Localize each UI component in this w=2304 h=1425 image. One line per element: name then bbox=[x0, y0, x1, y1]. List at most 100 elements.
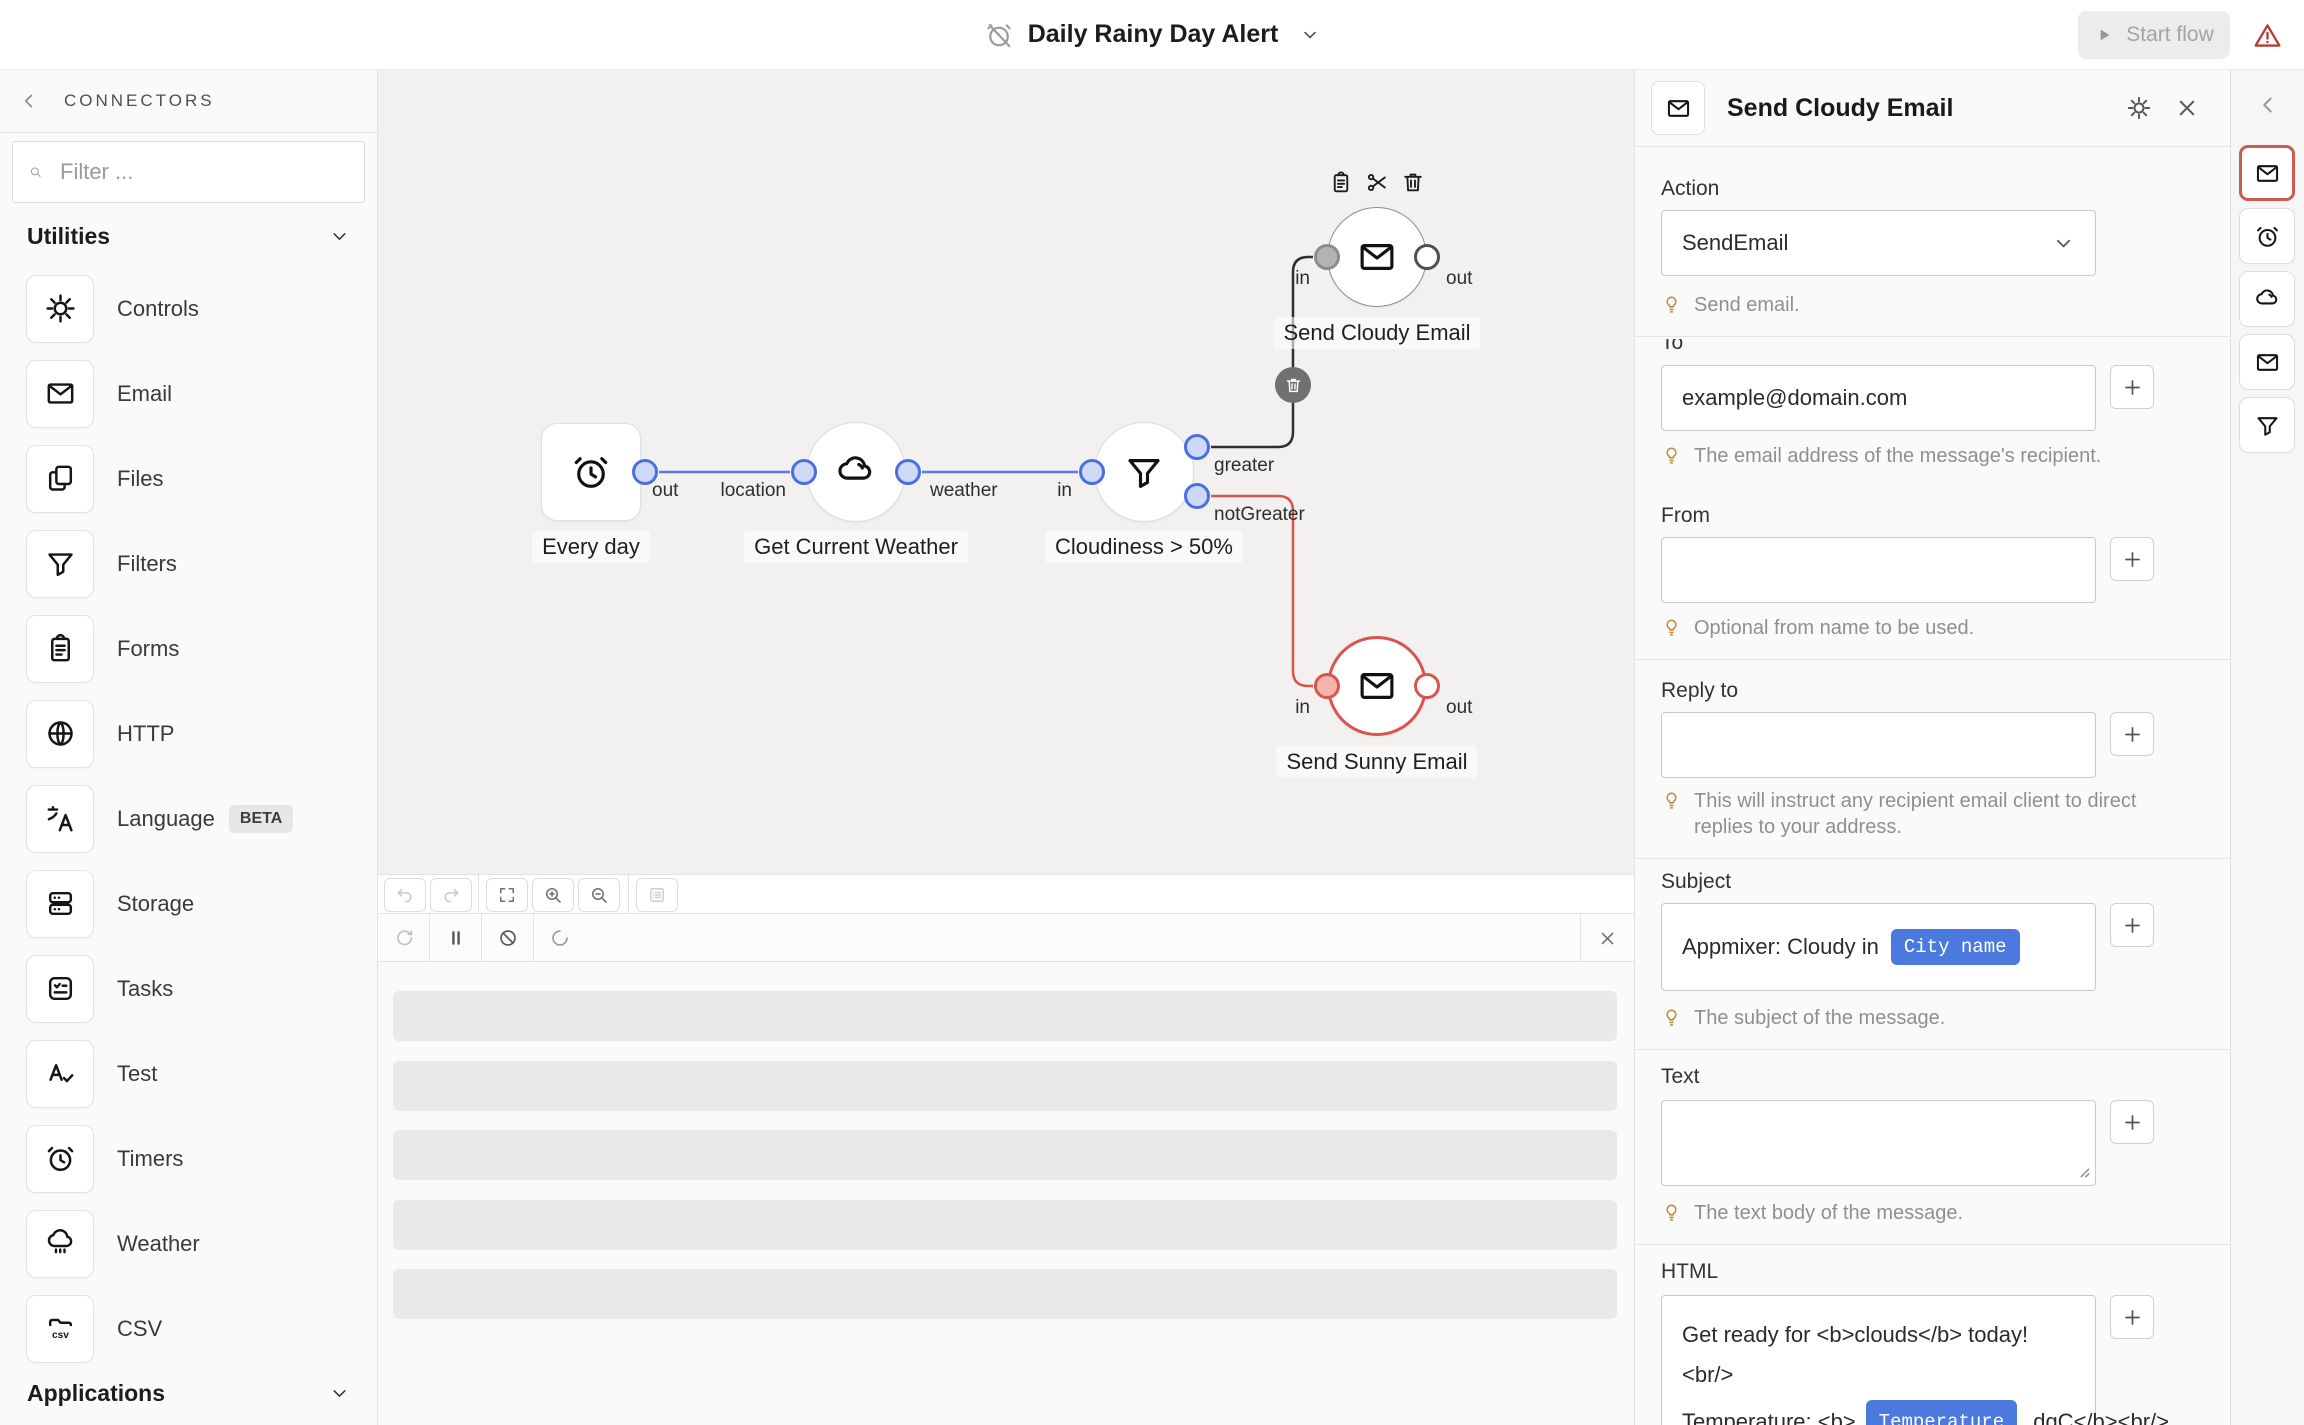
gear-icon[interactable] bbox=[2126, 95, 2152, 121]
html-line: Get ready for <b>clouds</b> today! bbox=[1682, 1320, 2075, 1350]
scissors-icon[interactable] bbox=[1365, 170, 1390, 195]
chevron-down-icon bbox=[2052, 232, 2075, 255]
sidebar-item-filters[interactable]: Filters bbox=[0, 521, 377, 606]
sidebar-item-weather[interactable]: Weather bbox=[0, 1201, 377, 1286]
sidebar-item-storage[interactable]: Storage bbox=[0, 861, 377, 946]
subject-variable-chip[interactable]: City name bbox=[1891, 929, 2020, 965]
to-label: To bbox=[1661, 339, 2230, 355]
bulb-icon bbox=[1661, 790, 1682, 811]
test-icon bbox=[44, 1057, 77, 1090]
utilities-label: Utilities bbox=[27, 223, 110, 250]
utilities-section-header[interactable]: Utilities bbox=[0, 223, 377, 250]
spinner-button[interactable] bbox=[534, 914, 586, 962]
chevron-down-icon[interactable] bbox=[1300, 25, 1320, 45]
search-icon bbox=[29, 161, 42, 183]
sidebar-item-test[interactable]: Test bbox=[0, 1031, 377, 1116]
node-cloudiness-filter[interactable] bbox=[1094, 422, 1194, 522]
delete-connection-button[interactable] bbox=[1275, 367, 1311, 403]
sidebar-item-email[interactable]: Email bbox=[0, 351, 377, 436]
zoom-in-button[interactable] bbox=[532, 878, 574, 912]
text-hint: The text body of the message. bbox=[1661, 1200, 2141, 1226]
port-filter-in[interactable] bbox=[1079, 459, 1105, 485]
alarm-icon bbox=[570, 451, 612, 493]
zoom-out-button[interactable] bbox=[578, 878, 620, 912]
sidebar-item-csv[interactable]: csvCSV bbox=[0, 1286, 377, 1371]
pause-button[interactable] bbox=[430, 914, 482, 962]
node-send-cloudy-email[interactable] bbox=[1327, 207, 1427, 307]
node-send-sunny-email[interactable] bbox=[1327, 636, 1427, 736]
log-toolbar bbox=[378, 914, 1634, 962]
strip-node-3[interactable] bbox=[2239, 334, 2295, 390]
sidebar-item-controls[interactable]: Controls bbox=[0, 266, 377, 351]
log-close-button[interactable] bbox=[1580, 914, 1633, 962]
close-icon bbox=[1597, 928, 1618, 949]
start-flow-button[interactable]: Start flow bbox=[2078, 11, 2230, 59]
warning-icon[interactable] bbox=[2252, 20, 2283, 51]
strip-node-4[interactable] bbox=[2239, 397, 2295, 453]
back-icon[interactable] bbox=[18, 90, 40, 112]
port-cloudy-out[interactable] bbox=[1414, 244, 1440, 270]
sidebar-item-files[interactable]: Files bbox=[0, 436, 377, 521]
resize-grip-icon[interactable] bbox=[2078, 1166, 2091, 1179]
replyto-input[interactable] bbox=[1661, 712, 2096, 778]
sidebar-item-language[interactable]: LanguageBETA bbox=[0, 776, 377, 861]
port-sunny-out[interactable] bbox=[1414, 673, 1440, 699]
port-filter-greater[interactable] bbox=[1184, 434, 1210, 460]
node-label-filter: Cloudiness > 50% bbox=[1045, 531, 1243, 563]
text-add-variable-button[interactable] bbox=[2110, 1100, 2154, 1144]
text-input[interactable] bbox=[1661, 1100, 2096, 1186]
from-add-variable-button[interactable] bbox=[2110, 537, 2154, 581]
sidebar-item-http[interactable]: HTTP bbox=[0, 691, 377, 776]
copy-icon bbox=[44, 462, 77, 495]
beta-badge: BETA bbox=[229, 805, 293, 833]
fullscreen-button[interactable] bbox=[486, 878, 528, 912]
sidebar-item-tasks[interactable]: Tasks bbox=[0, 946, 377, 1031]
port-cloudy-in[interactable] bbox=[1314, 244, 1340, 270]
strip-node-2[interactable] bbox=[2239, 271, 2295, 327]
sidebar-item-forms[interactable]: Forms bbox=[0, 606, 377, 691]
strip-node-1[interactable] bbox=[2239, 208, 2295, 264]
to-add-variable-button[interactable] bbox=[2110, 365, 2154, 409]
flow-title-group[interactable]: Daily Rainy Day Alert bbox=[984, 20, 1321, 50]
action-value: SendEmail bbox=[1682, 230, 1788, 256]
clipboard-icon[interactable] bbox=[1329, 170, 1354, 195]
html-label: HTML bbox=[1661, 1259, 2230, 1285]
connector-label: Forms bbox=[117, 636, 179, 662]
replyto-add-variable-button[interactable] bbox=[2110, 712, 2154, 756]
strip-node-0-selected[interactable] bbox=[2239, 145, 2295, 201]
bulb-icon bbox=[1661, 1007, 1682, 1028]
subject-add-variable-button[interactable] bbox=[2110, 903, 2154, 947]
refresh-button[interactable] bbox=[378, 914, 430, 962]
port-weather-location[interactable] bbox=[791, 459, 817, 485]
html-variable-chip[interactable]: Temperature bbox=[1866, 1400, 2017, 1425]
port-filter-notgreater[interactable] bbox=[1184, 483, 1210, 509]
from-input[interactable] bbox=[1661, 537, 2096, 603]
subject-text: Appmixer: Cloudy in bbox=[1682, 934, 1879, 960]
sidebar-header: CONNECTORS bbox=[0, 70, 377, 133]
ban-button[interactable] bbox=[482, 914, 534, 962]
log-placeholder-row bbox=[393, 1200, 1617, 1250]
node-every-day[interactable] bbox=[541, 423, 641, 521]
html-input[interactable]: Get ready for <b>clouds</b> today! <br/>… bbox=[1661, 1295, 2096, 1425]
connector-label: HTTP bbox=[117, 721, 174, 747]
action-select[interactable]: SendEmail bbox=[1661, 210, 2096, 276]
subject-input[interactable]: Appmixer: Cloudy in City name bbox=[1661, 903, 2096, 991]
flow-canvas[interactable]: out Every day location weather Get Curre… bbox=[378, 70, 1634, 874]
node-get-current-weather[interactable] bbox=[806, 422, 906, 522]
applications-section-header[interactable]: Applications bbox=[0, 1380, 377, 1407]
sidebar-item-timers[interactable]: Timers bbox=[0, 1116, 377, 1201]
trash-icon[interactable] bbox=[1401, 170, 1426, 195]
port-weather-out[interactable] bbox=[895, 459, 921, 485]
close-icon[interactable] bbox=[2174, 95, 2200, 121]
filter-input[interactable] bbox=[60, 159, 348, 185]
port-sunny-in[interactable] bbox=[1314, 673, 1340, 699]
list-button[interactable] bbox=[636, 878, 678, 912]
redo-button[interactable] bbox=[430, 878, 472, 912]
collapse-panel-icon[interactable] bbox=[2255, 92, 2281, 118]
to-input[interactable] bbox=[1661, 365, 2096, 431]
filter-box bbox=[12, 141, 365, 203]
undo-button[interactable] bbox=[384, 878, 426, 912]
funnel-icon bbox=[1123, 451, 1165, 493]
html-add-variable-button[interactable] bbox=[2110, 1295, 2154, 1339]
to-hint: The email address of the message's recip… bbox=[1661, 443, 2141, 469]
